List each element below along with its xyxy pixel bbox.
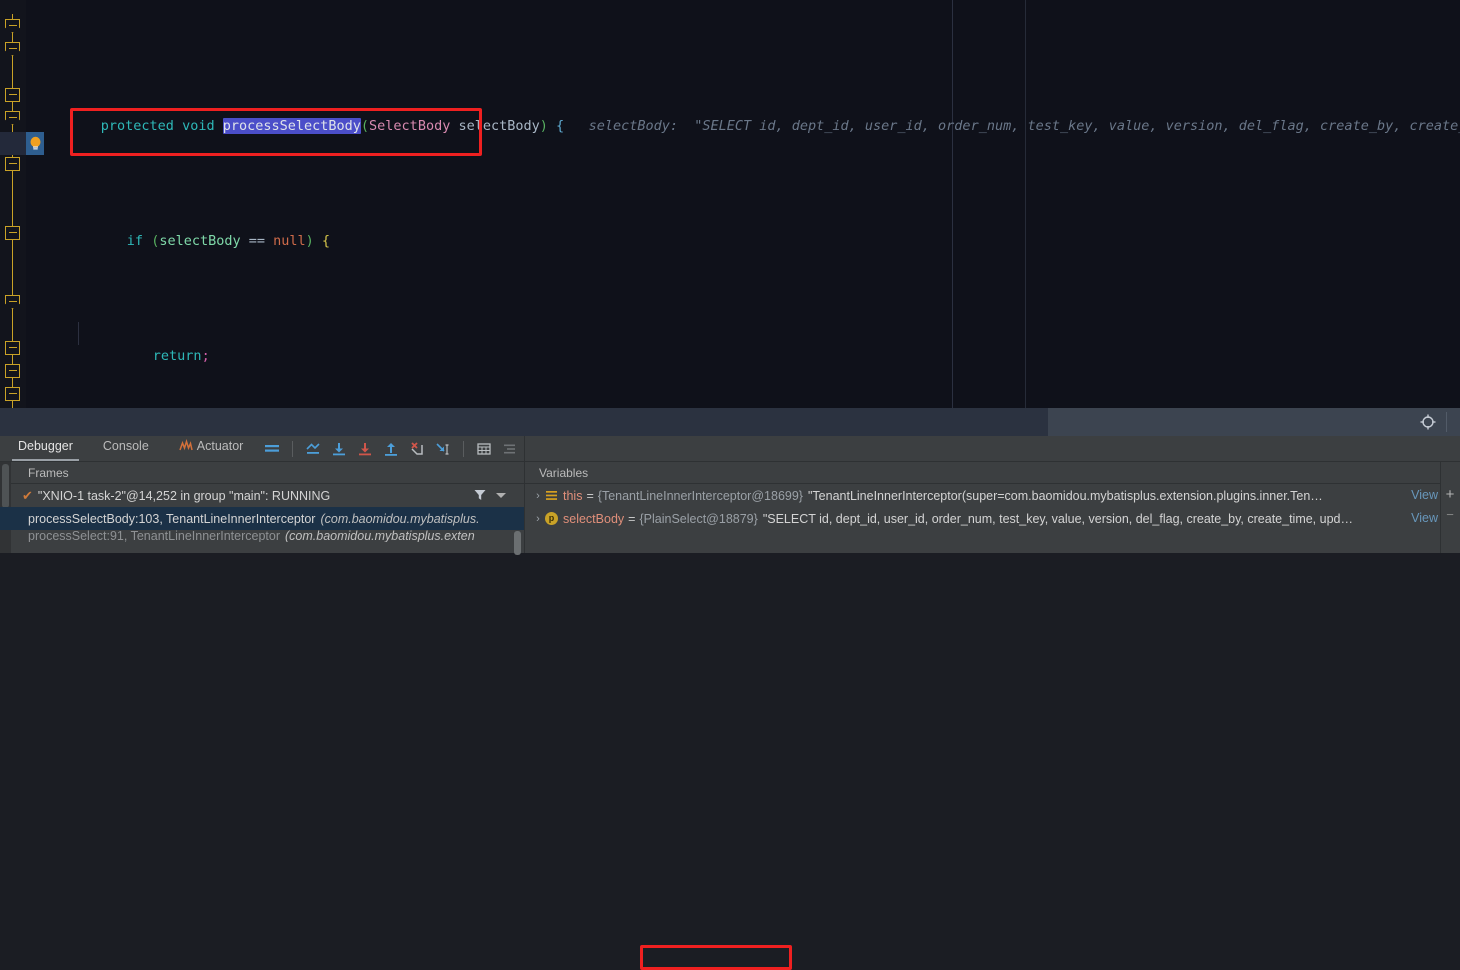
tab-actuator[interactable]: Actuator	[179, 436, 244, 461]
code-content[interactable]: protected void processSelectBody(SelectB…	[26, 0, 1460, 408]
debugger-tab-bar[interactable]: Debugger Console Actuator	[0, 436, 1460, 461]
strip-right	[1048, 408, 1460, 436]
fold-marker[interactable]	[5, 42, 20, 56]
frames-row[interactable]: processSelect:91, TenantLineInnerInterce…	[0, 530, 524, 542]
variable-equals: =	[628, 511, 636, 526]
settings-layout-icon[interactable]	[501, 440, 519, 458]
layout-lines-icon[interactable]	[263, 440, 281, 458]
fold-marker[interactable]	[5, 387, 20, 401]
tab-console-label: Console	[102, 439, 149, 453]
variable-ref: {TenantLineInnerInterceptor@18699}	[597, 488, 803, 503]
frames-row-method: processSelectBody:103, TenantLineInnerIn…	[28, 511, 316, 526]
toolbar-divider	[292, 440, 294, 457]
gutter-current-line	[0, 132, 26, 155]
code-line[interactable]: protected void processSelectBody(SelectB…	[26, 92, 1460, 134]
variables-row[interactable]: › p selectBody = {PlainSelect@18879} "SE…	[525, 507, 1460, 530]
frames-row[interactable]: processSelectBody:103, TenantLineInnerIn…	[0, 507, 524, 555]
target-crosshair-icon[interactable]	[1420, 414, 1436, 430]
variables-panel[interactable]: Variables › this = {TenantLineInnerInter…	[525, 461, 1460, 553]
editor-gutter[interactable]	[0, 0, 26, 408]
debugger-toolbar[interactable]	[259, 440, 523, 458]
view-link[interactable]: View	[1411, 488, 1438, 502]
step-out-icon[interactable]	[382, 440, 400, 458]
filter-icon[interactable]	[474, 489, 486, 501]
selected-symbol[interactable]: processSelectBody	[222, 118, 361, 134]
variable-value: "TenantLineInnerInterceptor(super=com.ba…	[807, 488, 1323, 503]
force-step-into-icon[interactable]	[408, 440, 426, 458]
variable-value: "SELECT id, dept_id, user_id, order_num,…	[762, 511, 1353, 526]
annotation-box-variable	[640, 945, 792, 970]
code-line[interactable]: return;	[26, 322, 1460, 364]
actuator-icon	[179, 438, 193, 453]
variables-row[interactable]: › this = {TenantLineInnerInterceptor@186…	[525, 484, 1460, 507]
tab-console[interactable]: Console	[103, 436, 149, 461]
frames-panel[interactable]: Frames ✔ "XNIO-1 task-2"@14,252 in group…	[0, 461, 524, 555]
add-watch-button[interactable]: +	[1443, 487, 1457, 502]
fold-marker[interactable]	[5, 226, 20, 240]
toolbar-divider	[463, 440, 465, 457]
variables-side-bar: + −	[1440, 462, 1460, 553]
code-editor[interactable]: protected void processSelectBody(SelectB…	[0, 0, 1460, 408]
variable-equals: =	[586, 488, 594, 503]
fold-marker[interactable]	[5, 295, 20, 309]
fold-marker[interactable]	[5, 111, 20, 125]
chevron-down-icon[interactable]	[496, 493, 506, 498]
chevron-right-icon[interactable]: ›	[531, 490, 545, 502]
frames-row-package: (com.baomidou.mybatisplus.	[320, 511, 480, 526]
code-line[interactable]: if (selectBody == null) {	[26, 207, 1460, 249]
frames-header: Frames	[0, 462, 524, 484]
tab-debugger[interactable]: Debugger	[12, 436, 79, 461]
editor-status-strip	[0, 408, 1460, 436]
step-into-icon[interactable]	[356, 440, 374, 458]
show-execution-point-icon[interactable]	[304, 440, 322, 458]
view-link[interactable]: View	[1411, 511, 1438, 525]
strip-divider	[1446, 412, 1447, 432]
running-check-icon: ✔	[22, 487, 33, 503]
tab-debugger-label: Debugger	[18, 439, 73, 453]
frames-row-method: processSelect:91, TenantLineInnerInterce…	[28, 530, 281, 542]
fold-marker[interactable]	[5, 19, 20, 33]
run-to-cursor-icon[interactable]	[434, 440, 452, 458]
panel-splitter[interactable]	[524, 436, 525, 553]
fold-marker[interactable]	[5, 341, 20, 355]
fold-marker[interactable]	[5, 364, 20, 378]
inline-hint: selectBody: "SELECT id, dept_id, user_id…	[588, 118, 1460, 134]
variable-ref: {PlainSelect@18879}	[639, 511, 758, 526]
evaluate-expression-icon[interactable]	[475, 440, 493, 458]
frames-thread-label: "XNIO-1 task-2"@14,252 in group "main": …	[37, 488, 331, 503]
chevron-right-icon[interactable]: ›	[531, 513, 545, 525]
debugger-tool-window[interactable]: Debugger Console Actuator Frames ✔ "XNIO…	[0, 436, 1460, 970]
variable-name: this	[563, 488, 583, 503]
parameter-icon: p	[545, 512, 558, 525]
tab-actuator-label: Actuator	[196, 439, 244, 453]
step-over-icon[interactable]	[330, 440, 348, 458]
strip-left	[0, 408, 1048, 436]
variable-name: selectBody	[563, 511, 625, 526]
fold-marker[interactable]	[5, 157, 20, 171]
fold-marker[interactable]	[5, 88, 20, 102]
variables-header: Variables	[525, 462, 1460, 484]
field-list-icon	[545, 489, 558, 502]
frames-thread-row[interactable]: ✔ "XNIO-1 task-2"@14,252 in group "main"…	[0, 484, 524, 507]
remove-watch-button[interactable]: −	[1443, 508, 1457, 521]
frames-row-package: (com.baomidou.mybatisplus.exten	[285, 530, 475, 542]
